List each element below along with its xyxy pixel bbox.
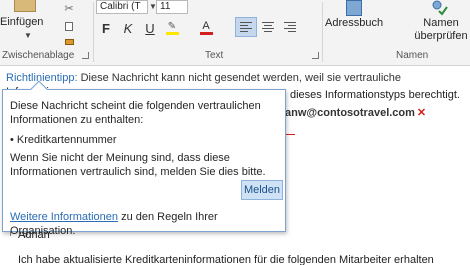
check-names-label-line1: Namen	[423, 17, 459, 29]
recipient-chip[interactable]: anw@contosotravel.com ✕	[285, 104, 426, 122]
recipient-address: anw@contosotravel.com	[285, 107, 415, 119]
highlight-button[interactable]: ✎	[162, 19, 182, 37]
popup-line3: Wenn Sie nicht der Meinung sind, dass di…	[10, 152, 230, 164]
clipboard-icon	[14, 0, 36, 12]
italic-button[interactable]: K	[118, 19, 138, 37]
body-text-line: Ich habe aktualisierte Kreditkarteninfor…	[18, 254, 434, 265]
check-names-icon	[432, 0, 448, 16]
bold-button[interactable]: F	[96, 19, 116, 37]
chevron-down-icon[interactable]: ▼	[24, 31, 32, 40]
paste-button[interactable]: Einfügen ▼	[0, 0, 56, 44]
align-right-button[interactable]	[280, 17, 300, 37]
clipboard-group-label: Zwischenablage	[2, 50, 75, 61]
text-group-label: Text	[205, 50, 224, 61]
font-size-field[interactable]: 11	[156, 0, 188, 14]
copy-icon[interactable]	[60, 18, 78, 34]
cut-icon[interactable]: ✂	[60, 0, 78, 16]
group-divider	[93, 2, 94, 62]
font-color-icon: A	[202, 20, 210, 32]
more-info-link[interactable]: Weitere Informationen	[10, 211, 118, 223]
popup-line2: Informationen zu enthalten:	[10, 114, 144, 126]
align-center-button[interactable]	[258, 17, 278, 37]
font-color-bar	[199, 32, 213, 35]
invalid-recipient-icon: ✕	[416, 107, 427, 119]
highlighter-icon: ✎	[167, 21, 177, 32]
check-names-button[interactable]: Namen überprüfen	[412, 0, 470, 48]
font-name-field[interactable]: Calibri (T	[96, 0, 148, 14]
underline-marker	[285, 134, 295, 135]
font-color-button[interactable]: A	[196, 19, 216, 37]
paste-label: Einfügen	[0, 16, 44, 28]
popup-bullet: • Kreditkartennummer	[10, 134, 117, 146]
popup-more-info: Weitere Informationen zu den Regeln Ihre…	[10, 210, 285, 238]
popup-line1: Diese Nachricht scheint die folgenden ve…	[10, 100, 261, 112]
group-divider	[322, 2, 323, 62]
policy-tip-text-continued: dieses Informationstyps berechtigt.	[290, 89, 460, 101]
addressbook-icon	[346, 0, 362, 16]
format-painter-icon[interactable]	[60, 34, 78, 50]
clipboard-dialog-launcher-icon[interactable]	[82, 52, 89, 59]
names-group-label: Namen	[396, 50, 429, 61]
addressbook-label: Adressbuch	[325, 17, 384, 29]
ribbon: Einfügen ▼ ✂ Zwischenablage Calibri (T ▼…	[0, 0, 470, 66]
check-names-label-line2: überprüfen	[414, 30, 468, 42]
text-dialog-launcher-icon[interactable]	[312, 52, 319, 59]
underline-button[interactable]: U	[140, 19, 160, 37]
align-left-button-active[interactable]	[235, 17, 257, 37]
policy-tip-label[interactable]: Richtlinientipp:	[6, 72, 78, 84]
popup-line4: Informationen vertraulich sind, melden S…	[10, 166, 266, 178]
policy-tip-popup: Diese Nachricht scheint die folgenden ve…	[2, 80, 286, 237]
addressbook-button[interactable]: Adressbuch	[325, 0, 383, 48]
report-button[interactable]: Melden	[241, 180, 283, 200]
highlight-color-bar	[165, 32, 179, 35]
